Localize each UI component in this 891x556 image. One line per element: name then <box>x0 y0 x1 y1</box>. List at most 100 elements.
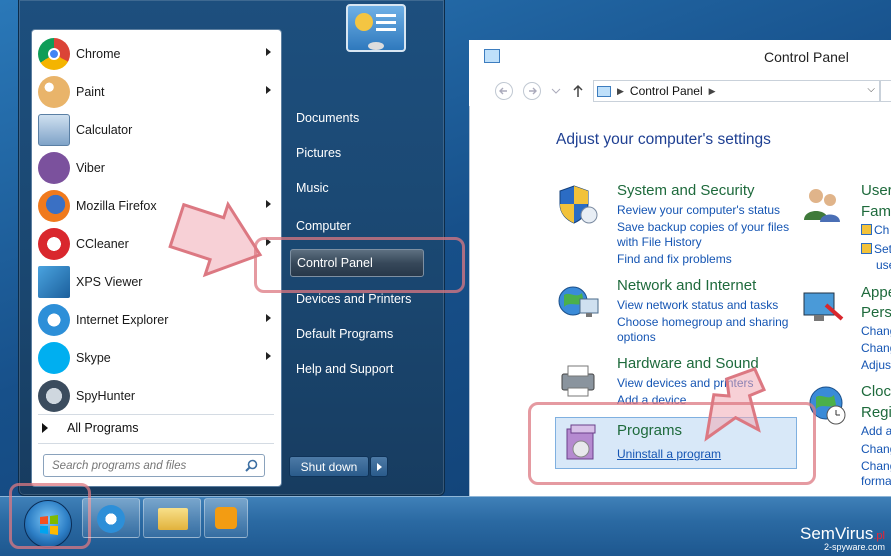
start-item-default-programs[interactable]: Default Programs <box>296 322 444 346</box>
taskbar-internet-explorer[interactable] <box>82 498 140 538</box>
refresh-button[interactable] <box>880 80 891 102</box>
program-item-skype[interactable]: Skype <box>32 339 281 377</box>
program-label: SpyHunter <box>76 389 136 403</box>
category-user-accounts-cont[interactable]: Fam <box>861 203 891 220</box>
start-item-pictures[interactable]: Pictures <box>296 141 444 165</box>
link-review-status[interactable]: Review your computer's status <box>617 203 780 217</box>
link-user-2[interactable]: Set <box>861 242 891 256</box>
breadcrumb-separator-icon: ▶ <box>708 85 716 96</box>
printer-icon <box>561 365 595 397</box>
highlight-box-programs <box>528 402 816 485</box>
folder-icon <box>158 508 188 530</box>
link-find-fix-problems[interactable]: Find and fix problems <box>617 252 732 266</box>
control-panel-icon <box>484 49 500 63</box>
link-appearance-2[interactable]: Chang <box>861 341 891 355</box>
watermark-brand: SemVirus <box>799 524 874 543</box>
link-appearance-3[interactable]: Adjus <box>861 358 891 372</box>
address-dropdown-icon[interactable]: ⌵ <box>867 84 875 95</box>
category-appearance[interactable]: Appe <box>861 284 891 301</box>
address-bar[interactable]: ▶ Control Panel ▶ ⌵ <box>593 80 880 102</box>
link-user-3[interactable]: use <box>876 258 891 272</box>
submenu-arrow-icon[interactable] <box>266 352 271 360</box>
address-breadcrumb[interactable]: Control Panel <box>630 84 703 98</box>
recent-pages-dropdown-icon[interactable] <box>551 88 561 96</box>
program-item-paint[interactable]: Paint <box>32 73 281 111</box>
start-item-music[interactable]: Music <box>296 176 444 200</box>
program-item-spyhunter[interactable]: SpyHunter <box>32 377 281 415</box>
link-clock-3[interactable]: Chang <box>861 459 891 473</box>
display-personalization-icon <box>803 292 844 321</box>
back-button[interactable] <box>495 82 513 100</box>
search-input[interactable] <box>50 458 240 473</box>
breadcrumb-separator-icon: ▶ <box>617 85 624 96</box>
watermark: SemVirus.pl 2-spyware.com <box>800 524 885 552</box>
all-programs-label: All Programs <box>67 421 139 435</box>
forward-arrow-icon <box>529 87 537 95</box>
category-appearance-cont[interactable]: Pers <box>861 304 891 321</box>
shutdown-button[interactable]: Shut down <box>289 456 369 477</box>
control-panel-icon <box>597 85 611 97</box>
internet-explorer-icon <box>97 505 125 533</box>
link-homegroup-cont[interactable]: options <box>617 330 656 344</box>
skype-icon <box>38 342 70 374</box>
globe-network-icon <box>558 286 599 317</box>
taskbar-media-player[interactable] <box>204 498 248 538</box>
start-item-label: Documents <box>296 111 360 125</box>
page-heading: Adjust your computer's settings <box>556 131 771 148</box>
shield-icon <box>559 185 598 224</box>
category-clock[interactable]: Clock <box>861 383 891 400</box>
start-item-documents[interactable]: Documents <box>296 106 444 130</box>
link-text: Ch <box>874 223 890 237</box>
program-label: Internet Explorer <box>76 313 169 327</box>
program-label: Mozilla Firefox <box>76 199 157 213</box>
back-arrow-icon <box>499 87 507 95</box>
category-user-accounts[interactable]: User <box>861 182 891 199</box>
program-item-viber[interactable]: Viber <box>32 149 281 187</box>
category-network-and-internet[interactable]: Network and Internet <box>617 277 756 294</box>
program-label: Chrome <box>76 47 121 61</box>
link-appearance-1[interactable]: Chang <box>861 324 891 338</box>
search-icon[interactable] <box>245 459 258 472</box>
up-arrow-icon[interactable] <box>572 84 584 98</box>
submenu-arrow-icon[interactable] <box>266 86 271 94</box>
link-network-status[interactable]: View network status and tasks <box>617 298 778 312</box>
internet-explorer-icon <box>38 304 70 336</box>
program-label: CCleaner <box>76 237 129 251</box>
uac-shield-icon <box>861 224 872 235</box>
program-label: XPS Viewer <box>76 275 143 289</box>
search-box[interactable] <box>43 454 265 477</box>
start-item-help-and-support[interactable]: Help and Support <box>296 357 444 381</box>
paint-icon <box>38 76 70 108</box>
program-item-chrome[interactable]: Chrome <box>32 35 281 73</box>
link-clock-1[interactable]: Add a <box>861 424 891 438</box>
all-programs-button[interactable]: All Programs <box>32 415 281 441</box>
category-clock-cont[interactable]: Regi <box>861 404 891 421</box>
start-item-label: Computer <box>296 219 351 233</box>
program-item-calculator[interactable]: Calculator <box>32 111 281 149</box>
link-user-1[interactable]: Ch <box>861 223 889 237</box>
shutdown-options-arrow-icon[interactable] <box>370 456 388 477</box>
link-save-backup[interactable]: Save backup copies of your files <box>617 220 789 234</box>
submenu-arrow-icon[interactable] <box>266 314 271 322</box>
ccleaner-icon <box>38 228 70 260</box>
media-player-icon <box>215 507 237 529</box>
category-system-and-security[interactable]: System and Security <box>617 182 755 199</box>
xps-viewer-icon <box>38 266 70 298</box>
start-item-computer[interactable]: Computer <box>296 214 444 238</box>
program-label: Viber <box>76 161 105 175</box>
link-save-backup-cont[interactable]: with File History <box>617 235 702 249</box>
start-item-label: Pictures <box>296 146 342 160</box>
start-item-label: Help and Support <box>296 362 394 376</box>
program-item-internet-explorer[interactable]: Internet Explorer <box>32 301 281 339</box>
link-text: Set <box>874 242 891 256</box>
user-picture[interactable] <box>346 4 406 52</box>
link-clock-2[interactable]: Chang <box>861 442 891 456</box>
link-homegroup[interactable]: Choose homegroup and sharing <box>617 315 788 329</box>
submenu-arrow-icon[interactable] <box>266 48 271 56</box>
spyhunter-icon <box>38 380 70 412</box>
link-clock-4[interactable]: forma <box>861 474 891 488</box>
forward-button[interactable] <box>523 82 541 100</box>
shutdown-label: Shut down <box>300 459 358 474</box>
taskbar-file-explorer[interactable] <box>143 498 201 538</box>
highlight-box-start-button <box>9 483 91 549</box>
